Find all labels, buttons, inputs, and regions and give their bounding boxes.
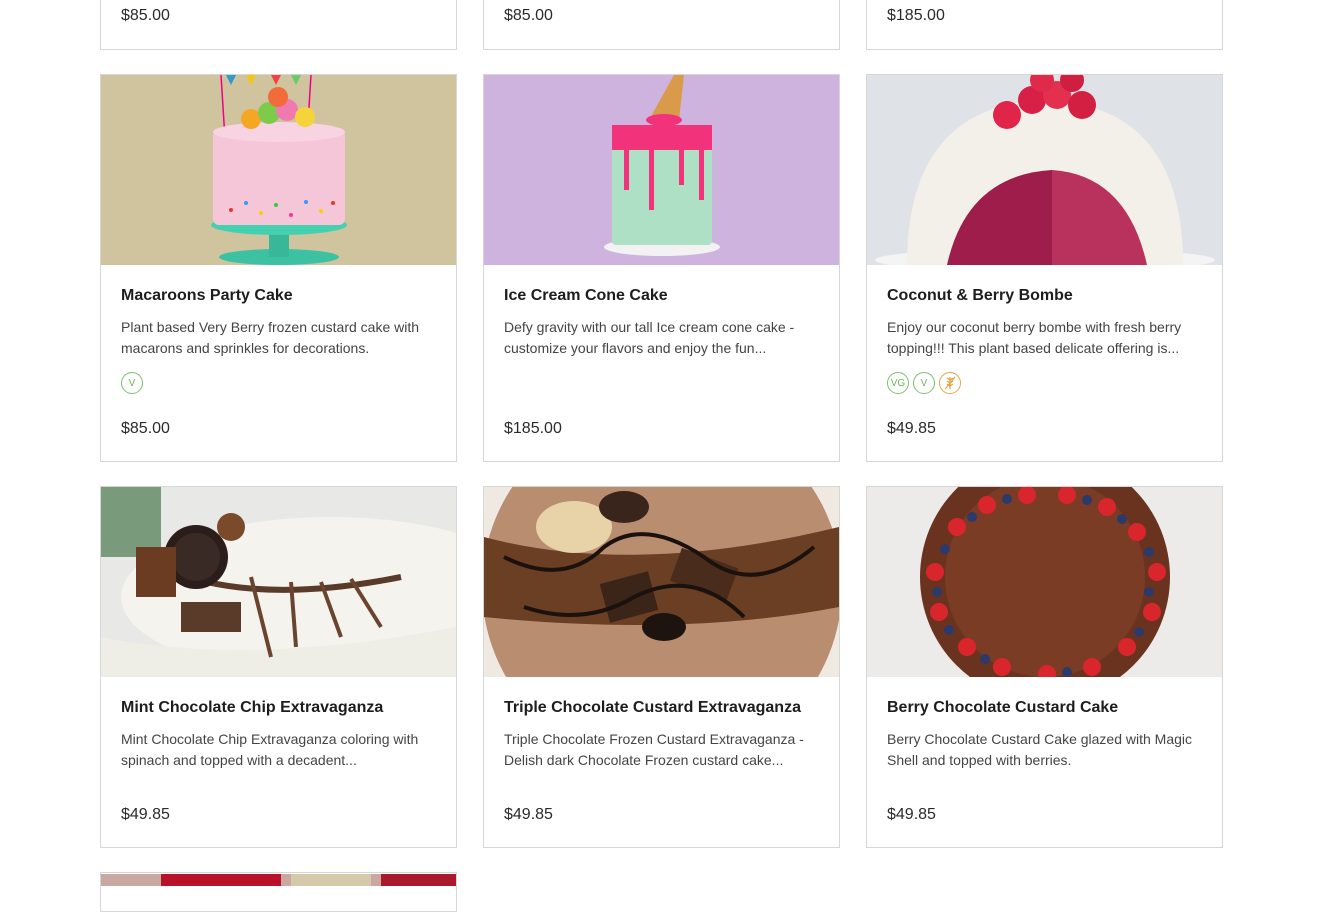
product-title[interactable]: Mint Chocolate Chip Extravaganza bbox=[121, 699, 383, 717]
product-image[interactable] bbox=[101, 487, 456, 677]
product-title[interactable]: Coconut & Berry Bombe bbox=[887, 287, 1073, 305]
product-price: $185.00 bbox=[887, 7, 945, 24]
product-description: Defy gravity with our tall Ice cream con… bbox=[504, 319, 795, 356]
product-title[interactable]: Macaroons Party Cake bbox=[121, 287, 293, 305]
product-image[interactable] bbox=[867, 487, 1222, 677]
product-image[interactable] bbox=[484, 75, 839, 265]
product-title[interactable]: Triple Chocolate Custard Extravaganza bbox=[504, 699, 801, 717]
product-description: Enjoy our coconut berry bombe with fresh… bbox=[887, 319, 1182, 356]
product-card[interactable]: $185.00 bbox=[866, 0, 1223, 50]
product-card-triple-chocolate-custard-extravaganza[interactable]: Triple Chocolate Custard Extravaganza Tr… bbox=[483, 486, 840, 848]
vegan-badge: VG bbox=[887, 372, 909, 394]
dietary-badges: V bbox=[121, 372, 143, 394]
mint-chocolate-cake-image bbox=[101, 487, 456, 677]
product-description: Mint Chocolate Chip Extravaganza colorin… bbox=[121, 731, 419, 768]
product-card-berry-chocolate-custard-cake[interactable]: Berry Chocolate Custard Cake Berry Choco… bbox=[866, 486, 1223, 848]
macaroons-cake-image bbox=[101, 75, 456, 265]
product-image[interactable] bbox=[101, 75, 456, 265]
product-price: $85.00 bbox=[121, 7, 170, 24]
vegetarian-badge: V bbox=[121, 372, 143, 394]
vegetarian-badge: V bbox=[913, 372, 935, 394]
product-card[interactable] bbox=[100, 872, 457, 912]
product-price: $85.00 bbox=[504, 7, 553, 24]
product-card[interactable]: $85.00 bbox=[100, 0, 457, 50]
product-description: Plant based Very Berry frozen custard ca… bbox=[121, 319, 420, 356]
product-title[interactable]: Berry Chocolate Custard Cake bbox=[887, 699, 1118, 717]
product-card-coconut-berry-bombe[interactable]: Coconut & Berry Bombe Enjoy our coconut … bbox=[866, 74, 1223, 462]
product-description: Berry Chocolate Custard Cake glazed with… bbox=[887, 731, 1193, 768]
coconut-berry-bombe-image bbox=[867, 75, 1222, 265]
ice-cream-cone-cake-image bbox=[484, 75, 839, 265]
product-card-mint-chocolate-chip-extravaganza[interactable]: Mint Chocolate Chip Extravaganza Mint Ch… bbox=[100, 486, 457, 848]
dietary-badges: VG V bbox=[887, 372, 961, 394]
gluten-free-icon bbox=[939, 372, 961, 394]
product-price: $49.85 bbox=[887, 420, 936, 437]
product-image[interactable] bbox=[867, 75, 1222, 265]
product-description: Triple Chocolate Frozen Custard Extravag… bbox=[504, 731, 804, 768]
product-title[interactable]: Ice Cream Cone Cake bbox=[504, 287, 668, 305]
product-card-macaroons-party-cake[interactable]: Macaroons Party Cake Plant based Very Be… bbox=[100, 74, 457, 462]
product-price: $49.85 bbox=[887, 806, 936, 823]
product-price: $49.85 bbox=[121, 806, 170, 823]
product-image[interactable] bbox=[101, 874, 456, 886]
product-card-ice-cream-cone-cake[interactable]: Ice Cream Cone Cake Defy gravity with ou… bbox=[483, 74, 840, 462]
product-image[interactable] bbox=[484, 487, 839, 677]
product-price: $49.85 bbox=[504, 806, 553, 823]
berry-chocolate-cake-image bbox=[867, 487, 1222, 677]
triple-chocolate-cake-image bbox=[484, 487, 839, 677]
product-price: $185.00 bbox=[504, 420, 562, 437]
product-price: $85.00 bbox=[121, 420, 170, 437]
product-card[interactable]: $85.00 bbox=[483, 0, 840, 50]
